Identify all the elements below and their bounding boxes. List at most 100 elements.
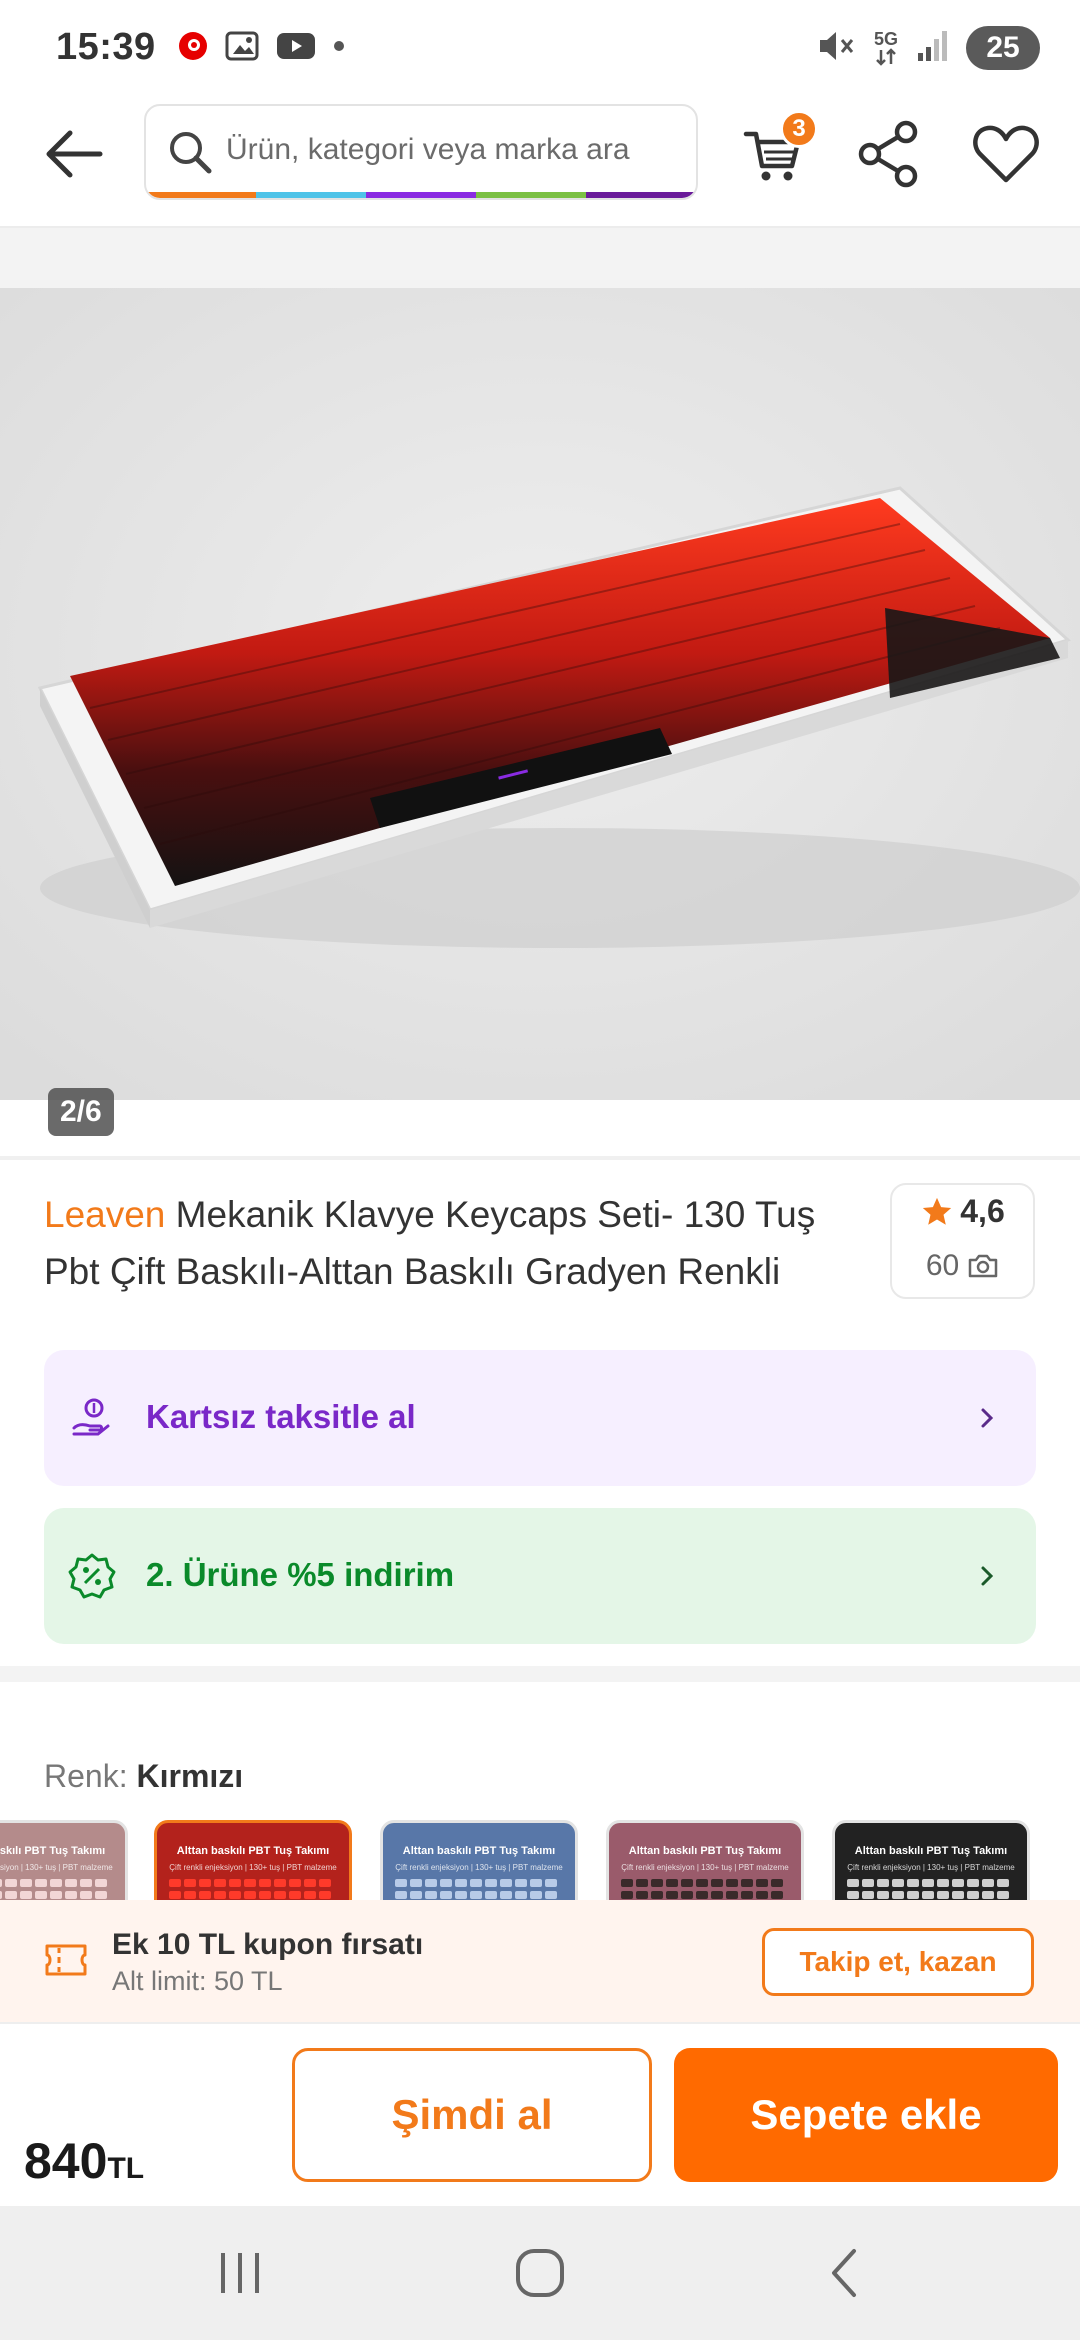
- swatch-keycap: [95, 1879, 107, 1887]
- swatch-keycap: [922, 1879, 934, 1887]
- share-button[interactable]: [854, 118, 924, 190]
- discount-promo[interactable]: 2. Ürüne %5 indirim: [44, 1508, 1036, 1644]
- swatch-keycap: [937, 1890, 949, 1899]
- swatch-keycap: [50, 1890, 62, 1899]
- swatch-keycap: [907, 1890, 919, 1899]
- swatch-keycap: [545, 1879, 557, 1887]
- underline-segment: [586, 192, 696, 198]
- swatch-keycap: [184, 1890, 196, 1899]
- swatch-keycap: [967, 1890, 979, 1899]
- swatch-keycap: [500, 1879, 512, 1887]
- add-to-cart-button[interactable]: Sepete ekle: [674, 2048, 1058, 2182]
- back-button[interactable]: [34, 116, 114, 192]
- coupon-ticket-icon: [45, 1944, 87, 1976]
- swatch-keycap: [80, 1890, 92, 1899]
- swatch-keycap: [696, 1879, 708, 1887]
- swatch-keycap: [169, 1890, 181, 1899]
- swatch-keycap: [741, 1890, 753, 1899]
- cart-count-badge: 3: [780, 110, 818, 148]
- discount-promo-label: 2. Ürüne %5 indirim: [146, 1556, 455, 1593]
- swatch-keycap: [304, 1879, 316, 1887]
- swatch-keycap: [967, 1879, 979, 1887]
- swatch-keycap: [907, 1879, 919, 1887]
- buy-now-button[interactable]: Şimdi al: [292, 2048, 652, 2182]
- purchase-bar: 840TL Şimdi al Sepete ekle: [0, 2022, 1080, 2206]
- swatch-keycap: [35, 1879, 47, 1887]
- swatch-keycap: [756, 1879, 768, 1887]
- favorite-button[interactable]: [970, 118, 1042, 190]
- color-swatch[interactable]: Alttan baskılı PBT Tuş Takımı Çift renkl…: [832, 1820, 1030, 1900]
- follow-earn-button[interactable]: Takip et, kazan: [762, 1928, 1034, 1996]
- swatch-keycap: [847, 1879, 859, 1887]
- swatch-keycap: [651, 1890, 663, 1899]
- swatch-keycap: [530, 1890, 542, 1899]
- product-image-gallery[interactable]: [0, 288, 1080, 1100]
- swatch-keycap: [636, 1879, 648, 1887]
- search-input[interactable]: [226, 106, 686, 194]
- swatch-keycap: [65, 1890, 77, 1899]
- swatch-keycap: [997, 1879, 1009, 1887]
- swatch-keycap: [862, 1879, 874, 1887]
- rating-summary[interactable]: 4,6 60: [890, 1183, 1035, 1299]
- swatch-subtitle: Çift renkli enjeksiyon | 130+ tuş | PBT …: [0, 1863, 113, 1872]
- swatch-keycap: [681, 1879, 693, 1887]
- photo-review-row: 60: [892, 1249, 1033, 1283]
- cart-button[interactable]: 3: [738, 110, 818, 192]
- coupon-title: Ek 10 TL kupon fırsatı: [112, 1928, 424, 1961]
- underline-segment: [256, 192, 366, 198]
- swatch-keycap: [229, 1890, 241, 1899]
- color-swatch[interactable]: Alttan baskılı PBT Tuş Takımı Çift renkl…: [0, 1820, 128, 1900]
- keyboard-product-image: [0, 288, 1080, 1100]
- color-swatch-selected[interactable]: Alttan baskılı PBT Tuş Takımı Çift renkl…: [154, 1820, 352, 1900]
- color-label: Renk: Kırmızı: [44, 1758, 243, 1795]
- underline-segment: [146, 192, 256, 198]
- swatch-subtitle: Çift renkli enjeksiyon | 130+ tuş | PBT …: [395, 1863, 563, 1872]
- price-value: 840: [24, 2133, 108, 2189]
- chevron-right-icon: [981, 1408, 994, 1428]
- swatch-keycap: [952, 1890, 964, 1899]
- photo-review-count: 60: [925, 1249, 960, 1282]
- coupon-banner: Ek 10 TL kupon fırsatı Alt limit: 50 TL …: [0, 1900, 1080, 2022]
- system-back-button[interactable]: [804, 2240, 884, 2306]
- section-divider: [0, 1666, 1080, 1682]
- battery-indicator: 25: [966, 26, 1040, 70]
- youtube-icon: [276, 31, 316, 66]
- home-icon: [516, 2249, 564, 2297]
- search-underline: [146, 192, 696, 198]
- installment-promo[interactable]: Kartsız taksitle al: [44, 1350, 1036, 1486]
- color-swatch[interactable]: Alttan baskılı PBT Tuş Takımı Çift renkl…: [380, 1820, 578, 1900]
- swatch-keycap: [922, 1890, 934, 1899]
- swatch-keycap: [5, 1879, 17, 1887]
- swatch-keycap: [65, 1879, 77, 1887]
- swatch-keycap: [877, 1879, 889, 1887]
- installment-promo-label: Kartsız taksitle al: [146, 1398, 416, 1435]
- swatch-keycap: [666, 1890, 678, 1899]
- swatch-keycap: [440, 1890, 452, 1899]
- color-swatch[interactable]: Alttan baskılı PBT Tuş Takımı Çift renkl…: [606, 1820, 804, 1900]
- swatch-keycap: [485, 1879, 497, 1887]
- swatch-keycap-preview: [395, 1879, 569, 1899]
- home-button[interactable]: [500, 2240, 580, 2306]
- brand-link[interactable]: Leaven: [44, 1194, 165, 1235]
- share-icon: [858, 120, 918, 188]
- hand-coin-icon: [72, 1398, 110, 1436]
- swatch-keycap: [545, 1890, 557, 1899]
- swatch-keycap-preview: [621, 1879, 795, 1899]
- swatch-keycap: [621, 1879, 633, 1887]
- swatch-keycap: [937, 1879, 949, 1887]
- swatch-keycap: [440, 1879, 452, 1887]
- recent-apps-button[interactable]: [200, 2240, 280, 2306]
- search-box[interactable]: [144, 104, 698, 200]
- swatch-keycap: [95, 1890, 107, 1899]
- swatch-keycap: [515, 1890, 527, 1899]
- system-navigation-bar: [0, 2206, 1080, 2340]
- swatch-keycap: [214, 1890, 226, 1899]
- cell-signal-icon: [916, 29, 948, 68]
- swatch-keycap: [214, 1879, 226, 1887]
- swatch-keycap: [982, 1890, 994, 1899]
- swatch-keycap: [395, 1879, 407, 1887]
- star-icon: [923, 1197, 952, 1225]
- swatch-subtitle: Çift renkli enjeksiyon | 130+ tuş | PBT …: [847, 1863, 1015, 1872]
- header-divider: [0, 226, 1080, 288]
- 5g-signal-icon: 5G: [874, 30, 898, 66]
